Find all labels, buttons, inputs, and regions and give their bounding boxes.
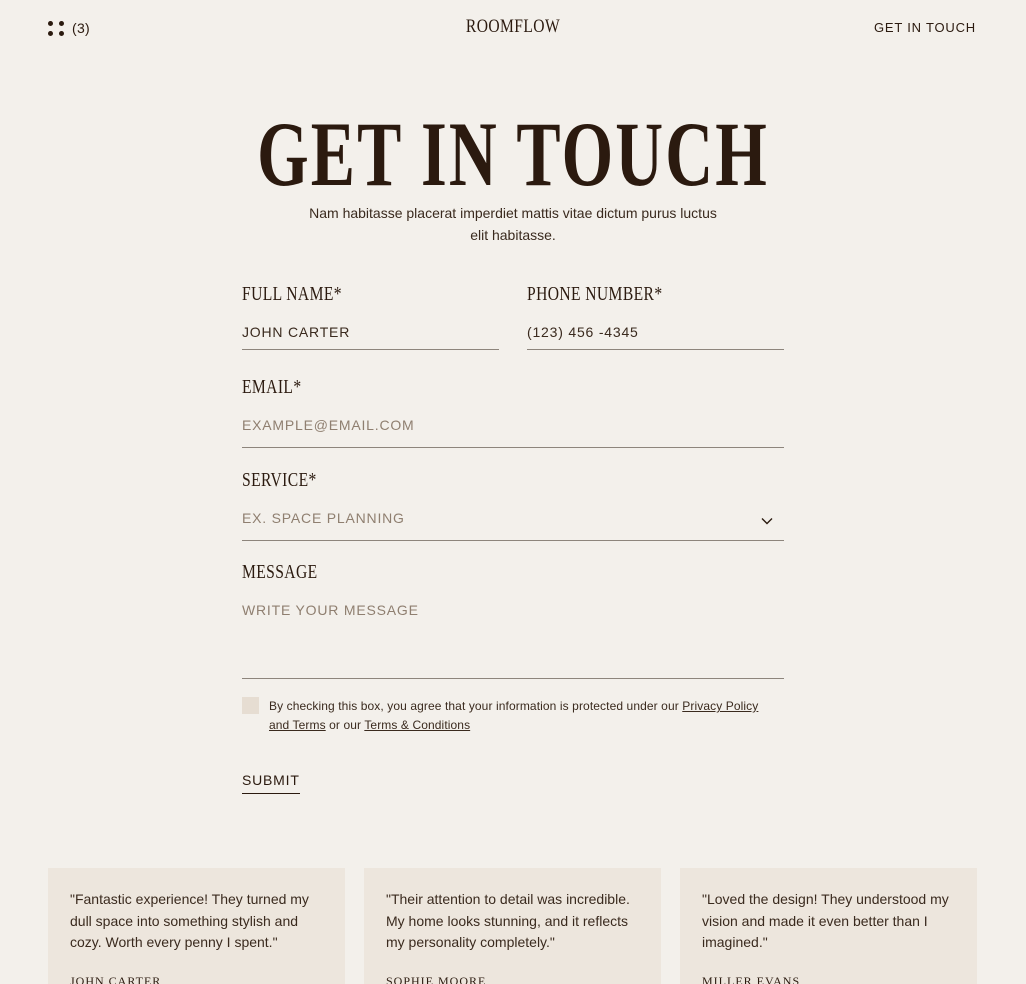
menu-button[interactable]: (3) xyxy=(48,20,90,36)
top-navigation: (3) ROOMFLOW GET IN TOUCH xyxy=(0,0,1026,60)
testimonial-card: "Loved the design! They understood my vi… xyxy=(680,868,977,984)
consent-checkbox[interactable] xyxy=(242,697,259,714)
menu-count: (3) xyxy=(72,20,91,36)
full-name-field[interactable]: JOHN CARTER xyxy=(242,324,499,350)
testimonial-quote: "Fantastic experience! They turned my du… xyxy=(70,891,309,950)
page-title: GET IN TOUCH xyxy=(257,103,769,205)
phone-field[interactable]: (123) 456 -4345 xyxy=(527,324,784,350)
message-label: MESSAGE xyxy=(242,561,318,583)
testimonials: "Fantastic experience! They turned my du… xyxy=(48,868,977,984)
email-field[interactable]: EXAMPLE@EMAIL.COM xyxy=(242,417,784,448)
testimonial-card: "Their attention to detail was incredibl… xyxy=(364,868,661,984)
email-placeholder: EXAMPLE@EMAIL.COM xyxy=(242,417,415,433)
grid-dots-icon xyxy=(48,20,64,36)
testimonial-quote: "Their attention to detail was incredibl… xyxy=(386,891,630,950)
testimonial-author: MILLER EVANS xyxy=(702,973,801,984)
page-subtitle: Nam habitasse placerat imperdiet mattis … xyxy=(309,205,717,243)
message-placeholder: WRITE YOUR MESSAGE xyxy=(242,602,419,618)
service-label: SERVICE* xyxy=(242,469,317,491)
testimonial-author: SOPHIE MOORE xyxy=(386,973,487,984)
logo[interactable]: ROOMFLOW xyxy=(92,16,933,38)
submit-button[interactable]: SUBMIT xyxy=(242,772,300,794)
phone-label: PHONE NUMBER* xyxy=(527,283,663,305)
testimonial-quote: "Loved the design! They understood my vi… xyxy=(702,891,949,950)
consent-row: By checking this box, you agree that you… xyxy=(242,697,762,735)
consent-text-middle: or our xyxy=(325,718,365,732)
service-select[interactable]: EX. SPACE PLANNING xyxy=(242,510,784,541)
consent-text-before: By checking this box, you agree that you… xyxy=(269,699,683,713)
get-in-touch-link[interactable]: GET IN TOUCH xyxy=(874,20,976,35)
phone-value: (123) 456 -4345 xyxy=(527,324,639,340)
message-field[interactable]: WRITE YOUR MESSAGE xyxy=(242,602,784,679)
consent-text: By checking this box, you agree that you… xyxy=(269,697,762,735)
chevron-down-icon xyxy=(761,518,773,525)
full-name-label: FULL NAME* xyxy=(242,283,342,305)
service-placeholder: EX. SPACE PLANNING xyxy=(242,510,405,526)
terms-conditions-link[interactable]: Terms & Conditions xyxy=(364,718,470,732)
testimonial-author: JOHN CARTER xyxy=(70,973,162,984)
full-name-value: JOHN CARTER xyxy=(242,324,351,340)
testimonial-card: "Fantastic experience! They turned my du… xyxy=(48,868,345,984)
email-label: EMAIL* xyxy=(242,376,302,398)
